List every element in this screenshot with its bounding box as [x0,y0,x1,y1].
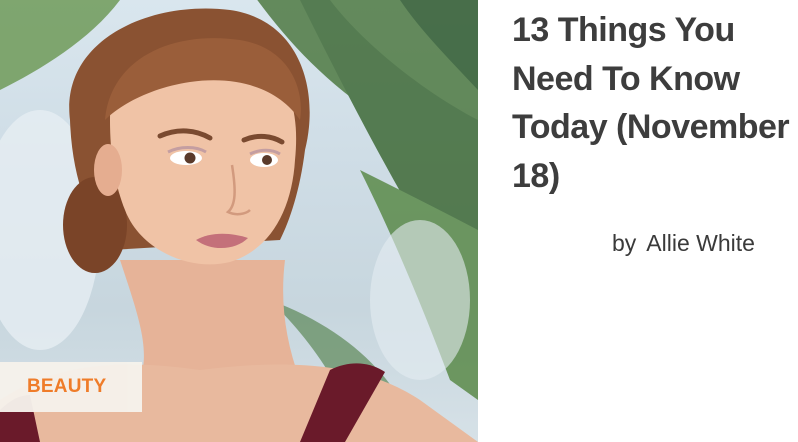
byline-prefix: by [612,230,637,256]
article-card[interactable]: BEAUTY 13 Things You Need To Know Today … [0,0,798,442]
category-badge[interactable]: BEAUTY [0,362,142,412]
category-label: BEAUTY [27,376,107,397]
article-title[interactable]: 13 Things You Need To Know Today (Novemb… [512,6,798,200]
author-name[interactable]: Allie White [646,230,755,256]
byline: by Allie White [612,230,755,257]
article-thumbnail[interactable]: BEAUTY [0,0,478,442]
